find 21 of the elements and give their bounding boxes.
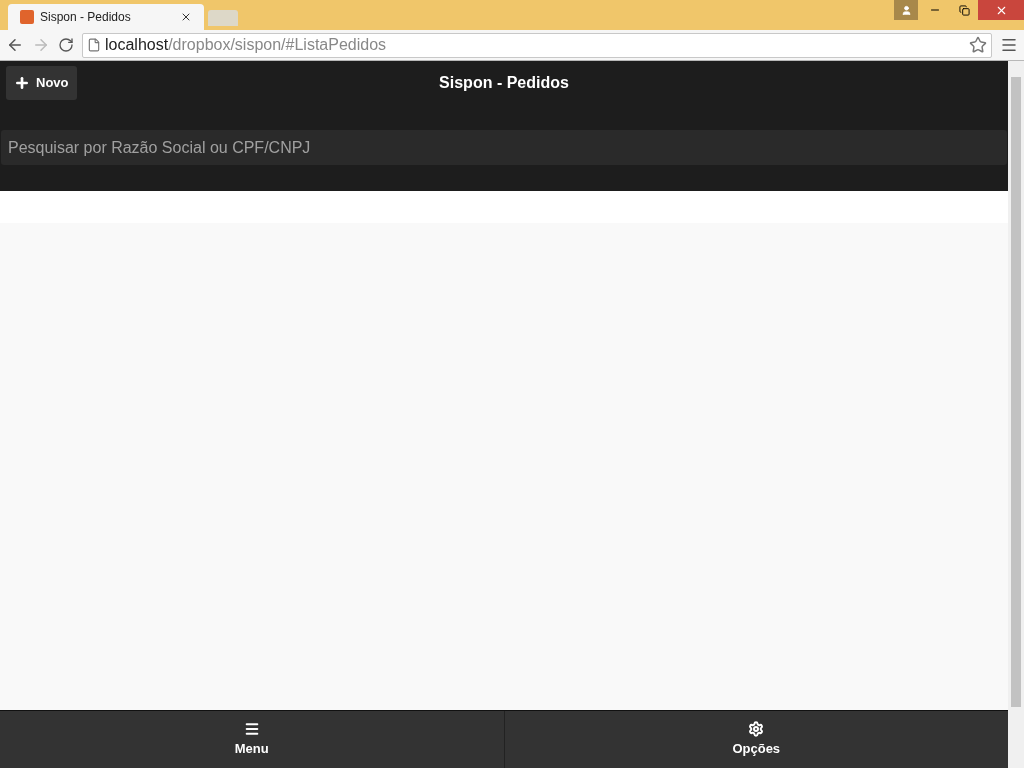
new-button[interactable]: Novo [6,66,77,100]
restore-icon[interactable] [958,4,970,16]
page-title: Sispon - Pedidos [439,72,569,93]
address-bar[interactable]: localhost/dropbox/sispon/#ListaPedidos [82,32,992,58]
settings-icon [748,720,765,737]
tab-title: Sispon - Pedidos [40,9,132,26]
bookmark-star-icon[interactable] [969,36,987,54]
search-field[interactable]: Pesquisar por Razão Social ou CPF/CNPJ [1,130,1007,165]
footer-tab[interactable]: Menu [0,711,504,768]
reload-icon[interactable] [58,37,74,53]
menu-icon [243,720,260,737]
close-icon[interactable] [180,11,192,23]
profile-button[interactable] [894,0,918,20]
url-text: localhost/dropbox/sispon/#ListaPedidos [105,35,388,55]
menu-icon[interactable] [1000,36,1018,54]
user-icon [900,4,912,16]
site-icon [20,10,34,24]
browser-tab[interactable]: Sispon - Pedidos [8,4,204,30]
plus-icon [14,75,30,91]
page-icon [87,38,101,52]
back-icon[interactable] [6,36,24,54]
